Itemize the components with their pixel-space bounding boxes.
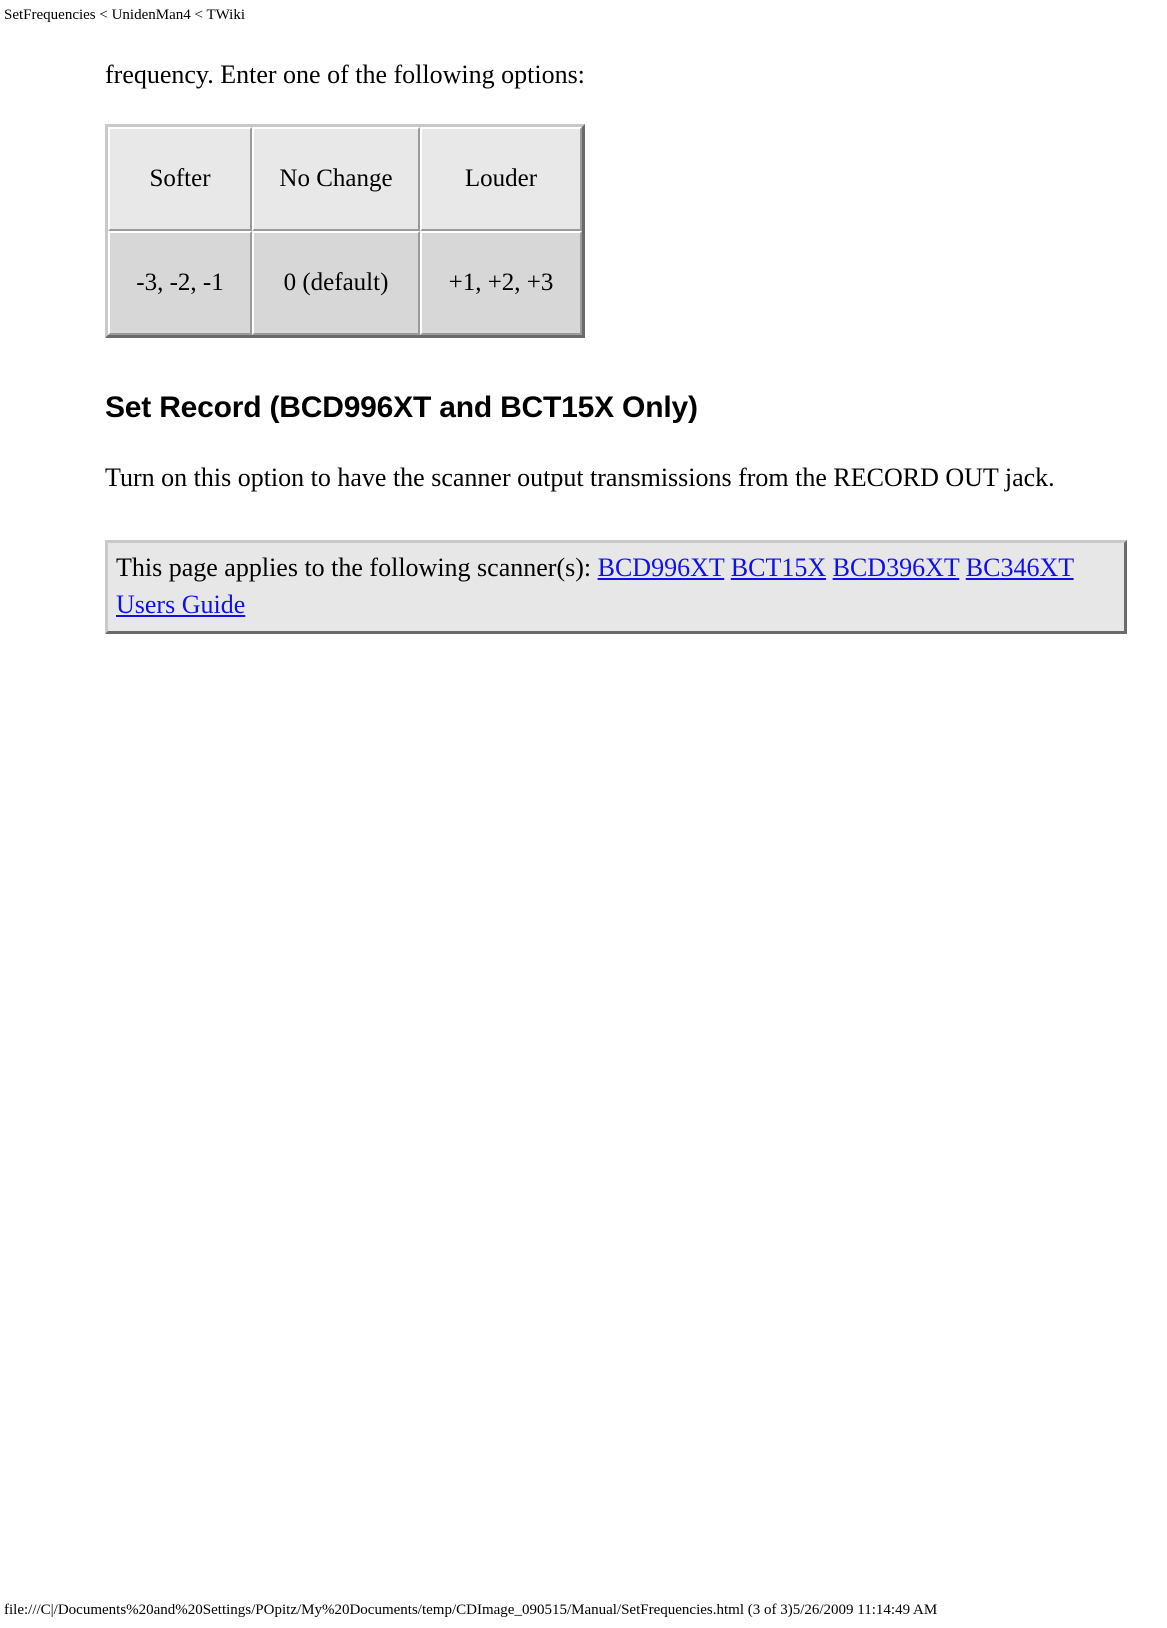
section-paragraph: Turn on this option to have the scanner … xyxy=(105,463,1055,492)
link-bcd396xt[interactable]: BCD396XT xyxy=(833,553,960,582)
link-bct15x[interactable]: BCT15X xyxy=(731,553,826,582)
table-row: -3, -2, -1 0 (default) +1, +2, +3 xyxy=(108,231,582,335)
link-users-guide[interactable]: Users Guide xyxy=(116,590,245,619)
intro-paragraph: frequency. Enter one of the following op… xyxy=(105,60,585,89)
applies-to-box: This page applies to the following scann… xyxy=(105,540,1127,634)
page-header-breadcrumb: SetFrequencies < UnidenMan4 < TWiki xyxy=(4,7,245,23)
page-footer-path: file:///C|/Documents%20and%20Settings/PO… xyxy=(4,1602,938,1618)
volume-offset-options-table: Softer No Change Louder -3, -2, -1 0 (de… xyxy=(105,124,585,338)
table-cell-softer-values: -3, -2, -1 xyxy=(108,231,252,335)
applies-to-lead-text: This page applies to the following scann… xyxy=(116,553,592,582)
options-table-wrapper: Softer No Change Louder -3, -2, -1 0 (de… xyxy=(105,124,1160,338)
table-cell-no-change-values: 0 (default) xyxy=(252,231,420,335)
table-header-cell-softer: Softer xyxy=(108,127,252,231)
table-cell-louder-values: +1, +2, +3 xyxy=(420,231,582,335)
link-bcd996xt[interactable]: BCD996XT xyxy=(598,553,725,582)
table-header-cell-louder: Louder xyxy=(420,127,582,231)
section-heading-set-record: Set Record (BCD996XT and BCT15X Only) xyxy=(105,391,698,424)
table-header-cell-no-change: No Change xyxy=(252,127,420,231)
link-bc346xt[interactable]: BC346XT xyxy=(966,553,1074,582)
table-header-row: Softer No Change Louder xyxy=(108,127,582,231)
main-content: frequency. Enter one of the following op… xyxy=(105,48,1160,634)
